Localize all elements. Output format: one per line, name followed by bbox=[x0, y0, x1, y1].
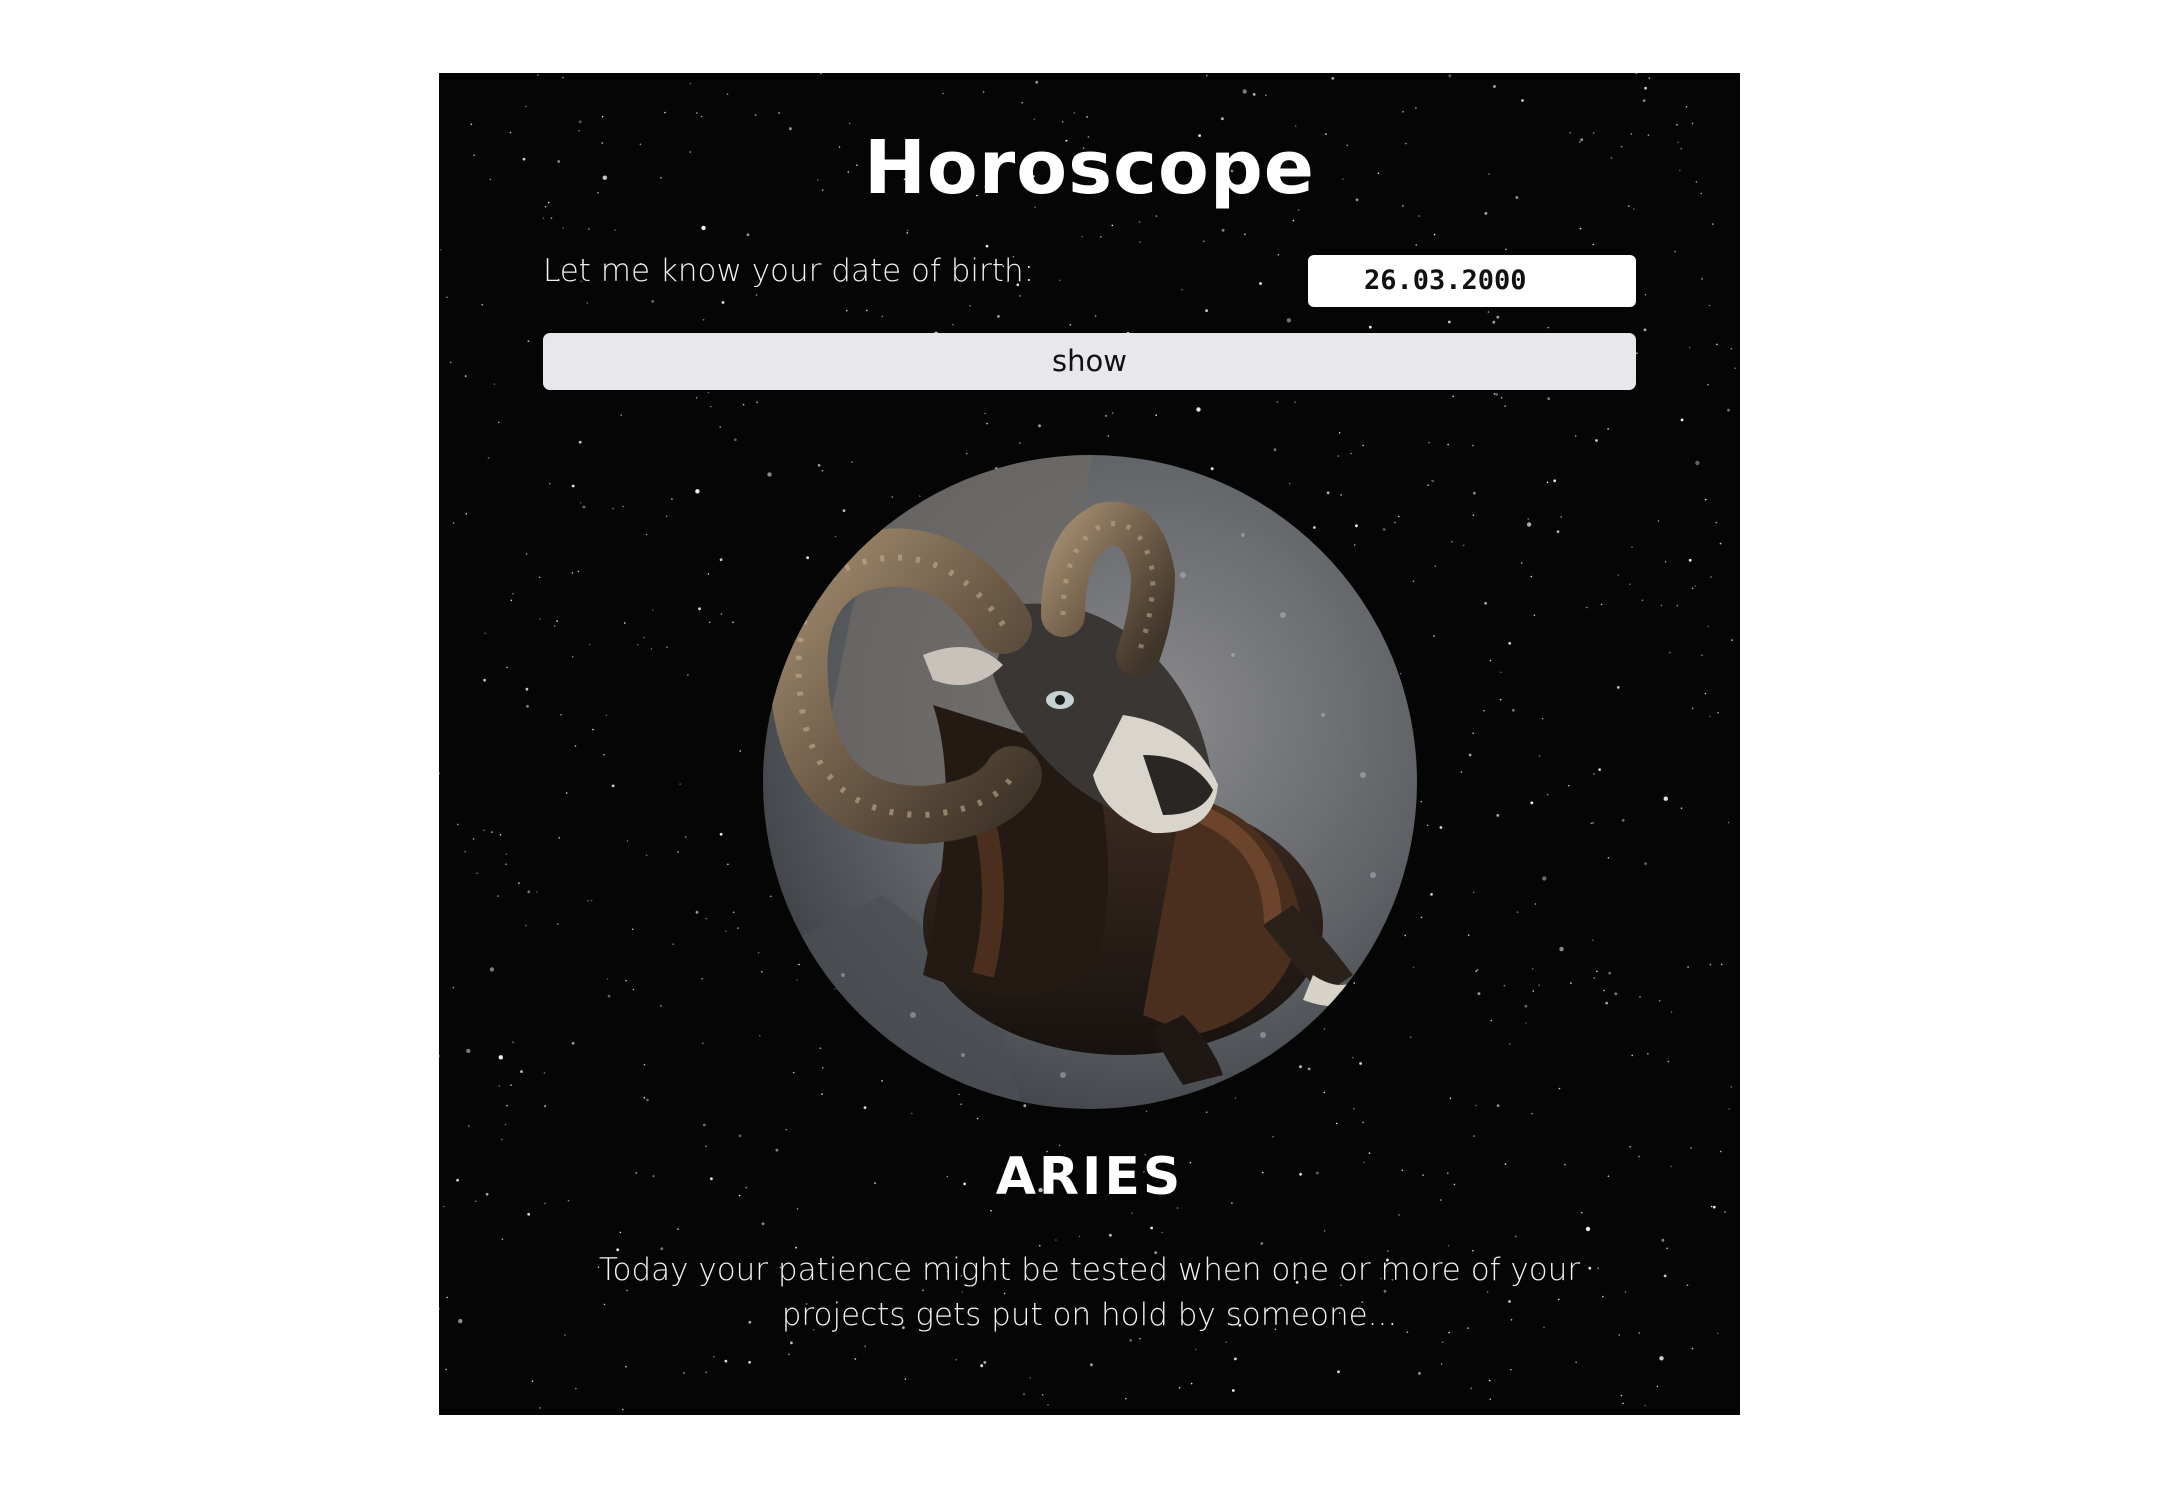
page-title: Horoscope bbox=[863, 125, 1315, 211]
horoscope-description: Today your patience might be tested when… bbox=[598, 1252, 1581, 1333]
date-of-birth-label: Let me know your date of birth: bbox=[543, 253, 1035, 289]
horoscope-panel: Horoscope Let me know your date of birth… bbox=[439, 73, 1740, 1415]
zodiac-sign-name: ARIES bbox=[995, 1147, 1184, 1207]
ram-photo-icon bbox=[763, 455, 1417, 1109]
zodiac-sign-image bbox=[763, 455, 1417, 1109]
date-of-birth-input[interactable]: 26.03.2000 bbox=[1308, 255, 1636, 307]
show-button[interactable]: show bbox=[543, 333, 1636, 390]
